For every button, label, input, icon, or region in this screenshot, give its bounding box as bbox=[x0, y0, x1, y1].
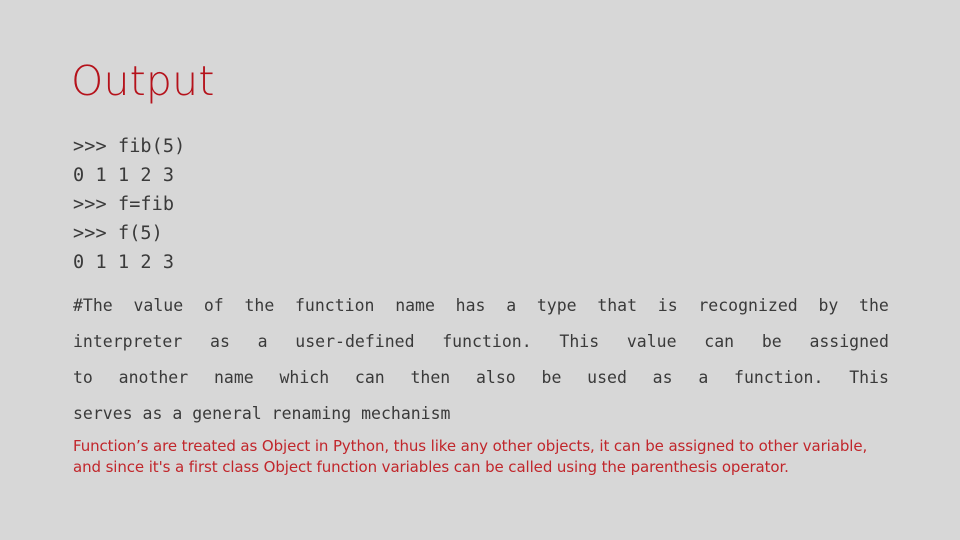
word: function bbox=[294, 296, 375, 315]
word: interpreter bbox=[73, 332, 183, 351]
word: to bbox=[73, 368, 93, 387]
word: name bbox=[395, 296, 435, 315]
word: This bbox=[559, 332, 600, 351]
word: by bbox=[818, 296, 839, 315]
word: #The bbox=[73, 296, 113, 315]
word: used bbox=[587, 368, 627, 387]
code-line: 0 1 1 2 3 bbox=[73, 165, 175, 186]
word: then bbox=[410, 368, 451, 387]
word: the bbox=[244, 296, 275, 315]
code-line: >>> fib(5) bbox=[73, 136, 186, 157]
word: value bbox=[133, 296, 184, 315]
word: which bbox=[279, 368, 330, 387]
slide-canvas: Output >>> fib(5) 0 1 1 2 3 >>> f=fib >>… bbox=[0, 0, 960, 540]
word: name bbox=[213, 368, 254, 387]
body-line: serves as a general renaming mechanism bbox=[73, 404, 451, 423]
word: the bbox=[859, 296, 889, 315]
word: can bbox=[704, 332, 735, 351]
word: a bbox=[257, 332, 268, 351]
word: another bbox=[118, 368, 189, 387]
word: a bbox=[506, 296, 517, 315]
word: is bbox=[657, 296, 678, 315]
word: a bbox=[698, 368, 709, 387]
word: can bbox=[354, 368, 385, 387]
code-line: >>> f=fib bbox=[73, 194, 175, 215]
note-line: Function’s are treated as Object in Pyth… bbox=[73, 437, 868, 455]
word: be bbox=[761, 332, 782, 351]
word: also bbox=[476, 368, 516, 387]
word: that bbox=[597, 296, 638, 315]
word: has bbox=[455, 296, 486, 315]
word: as bbox=[210, 332, 230, 351]
code-line: 0 1 1 2 3 bbox=[73, 252, 175, 273]
word: of bbox=[203, 296, 224, 315]
code-output-block: >>> fib(5) 0 1 1 2 3 >>> f=fib >>> f(5) … bbox=[73, 132, 473, 277]
word: as bbox=[652, 368, 673, 387]
note-line: and since it's a first class Object func… bbox=[73, 458, 789, 476]
word: value bbox=[626, 332, 677, 351]
page-title: Output bbox=[71, 57, 215, 105]
body-line: to another name which can then also be used as a fu… bbox=[73, 360, 889, 396]
word: function. bbox=[442, 332, 532, 351]
word: type bbox=[536, 296, 577, 315]
word: be bbox=[541, 368, 562, 387]
body-line: interpreter as a user-defined function. This v… bbox=[73, 324, 889, 360]
word: function. bbox=[734, 368, 824, 387]
word: assigned bbox=[809, 332, 889, 351]
word: user-defined bbox=[295, 332, 415, 351]
word: This bbox=[849, 368, 889, 387]
body-paragraph: #The value of the function name has a type that is… bbox=[73, 288, 889, 432]
code-line: >>> f(5) bbox=[73, 223, 163, 244]
note-block: Function’s are treated as Object in Pyth… bbox=[73, 436, 898, 478]
word: recognized bbox=[698, 296, 798, 315]
body-line: #The value of the function name has a type that is… bbox=[73, 288, 889, 324]
